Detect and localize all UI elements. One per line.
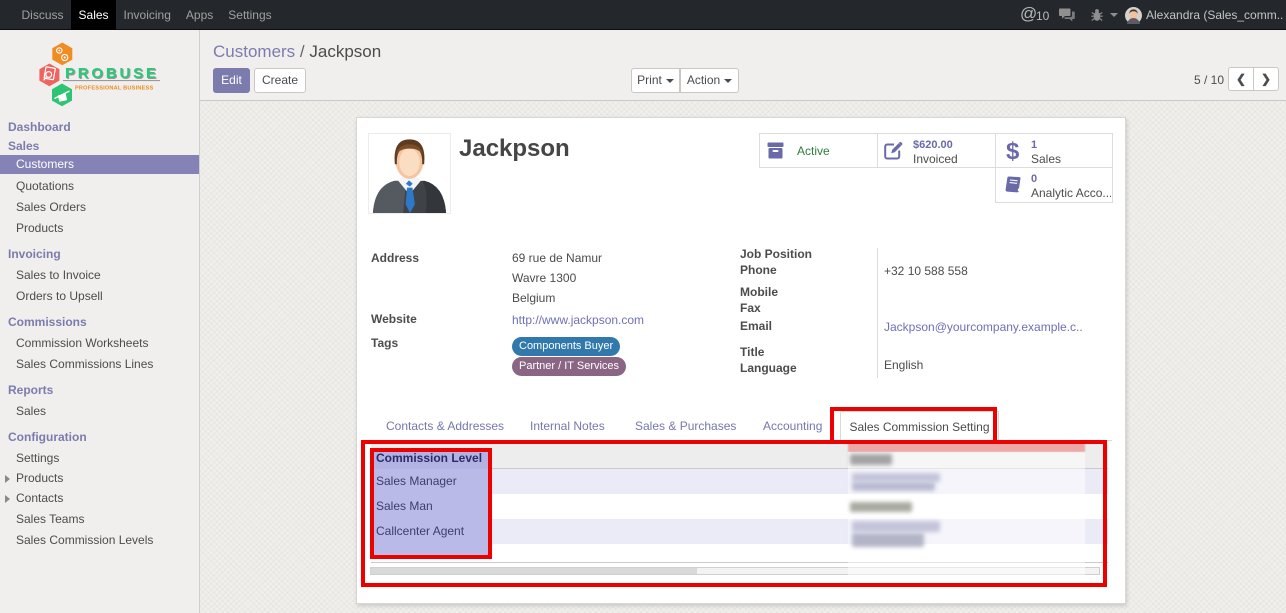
svg-text:PROFESSIONAL BUSINESS: PROFESSIONAL BUSINESS [75,86,153,92]
svg-text:PROBUSE: PROBUSE [65,65,159,82]
